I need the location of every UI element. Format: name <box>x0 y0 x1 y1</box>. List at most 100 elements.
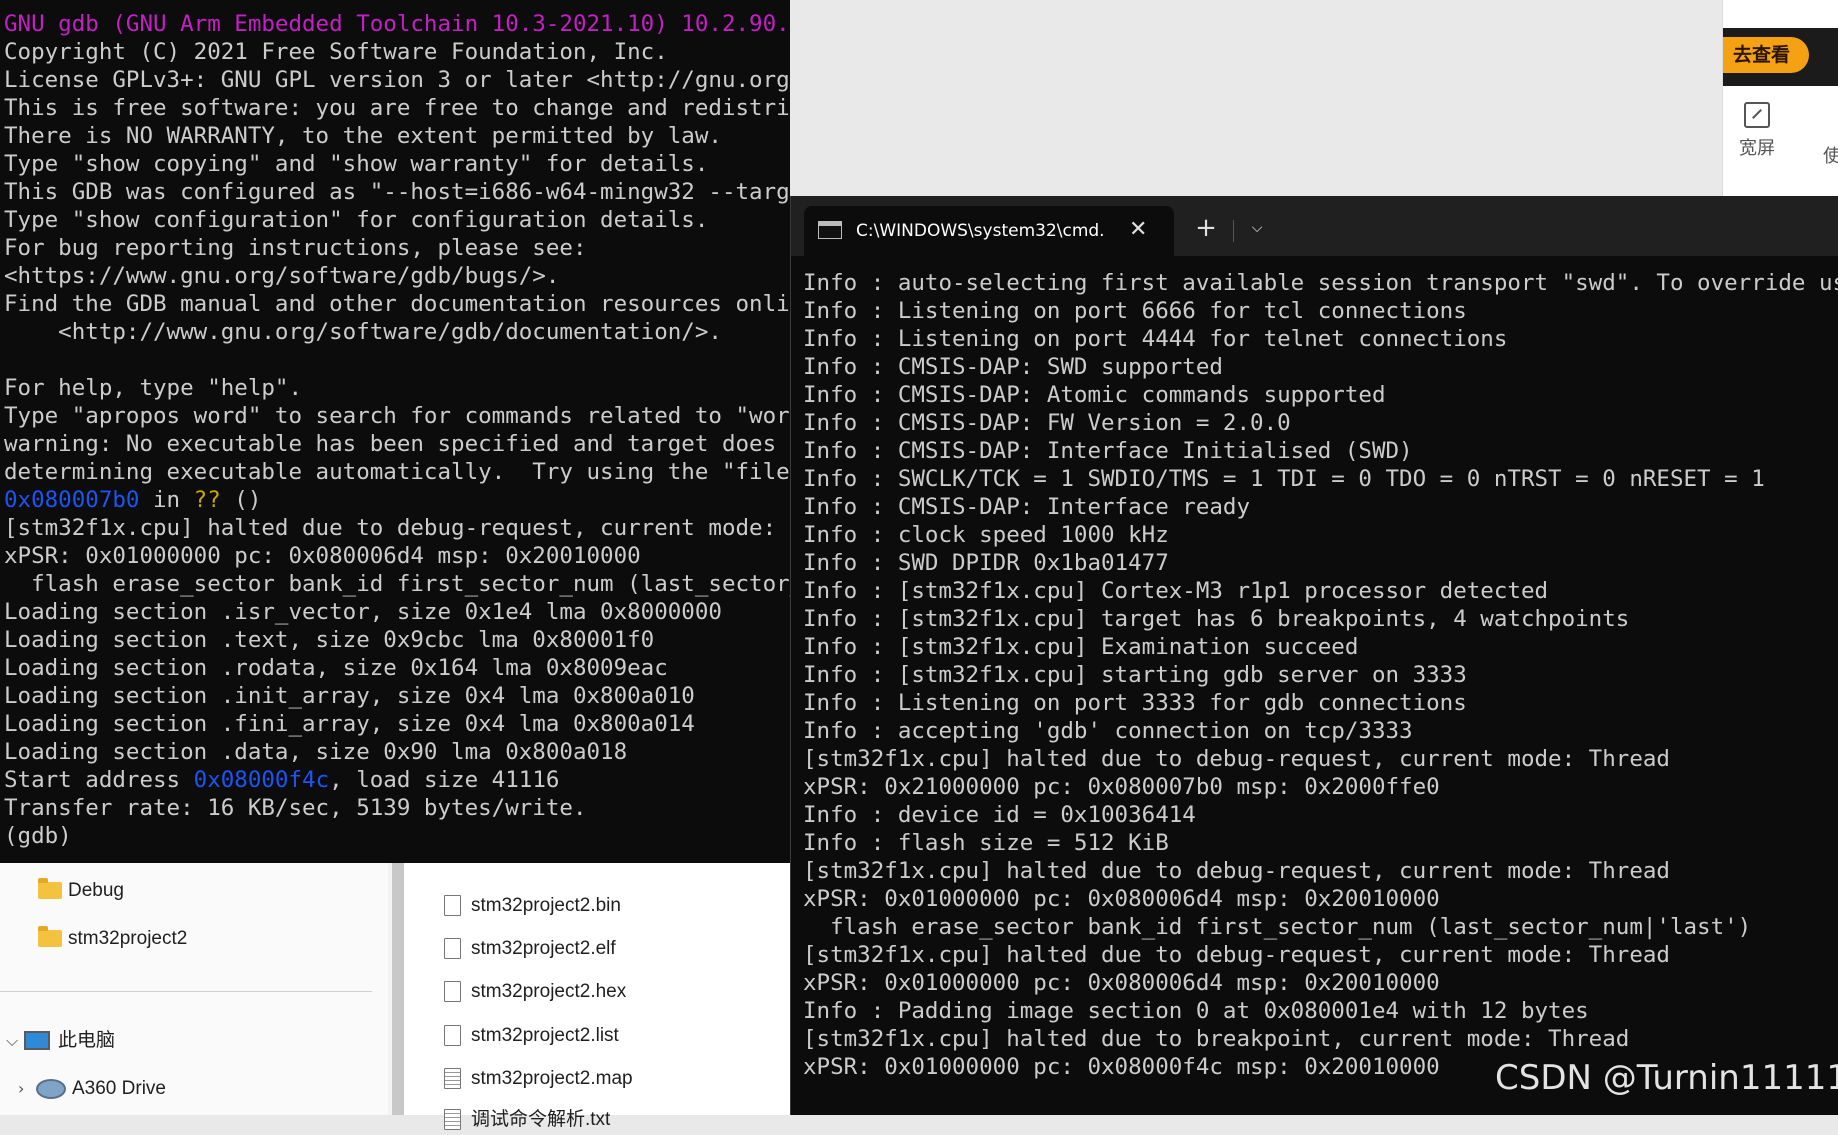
gdb-output-line: Loading section .text, size 0x9cbc lma 0… <box>4 626 654 654</box>
file-icon <box>444 1025 461 1047</box>
file-item[interactable]: stm32project2.bin <box>444 891 621 921</box>
cmd-output-line: Info : auto-selecting first available se… <box>803 270 1838 296</box>
file-item[interactable]: 调试命令解析.txt <box>444 1105 610 1135</box>
gdb-output-line: [stm32f1x.cpu] halted due to debug-reque… <box>4 514 790 542</box>
file-item[interactable]: stm32project2.map <box>444 1064 633 1094</box>
cmd-output-line: Info : Listening on port 4444 for telnet… <box>803 326 1508 352</box>
cmd-output-line: Info : Listening on port 6666 for tcl co… <box>803 298 1467 324</box>
nav-item-a360-drive[interactable]: › A360 Drive <box>18 1074 166 1104</box>
gdb-output-line: There is NO WARRANTY, to the extent perm… <box>4 122 722 150</box>
folder-icon <box>38 926 62 948</box>
gdb-text-segment: Loading section .init_array, size 0x4 lm… <box>4 683 695 709</box>
cmd-output-line: [stm32f1x.cpu] halted due to debug-reque… <box>803 942 1670 968</box>
file-icon <box>444 938 461 960</box>
gdb-output-line: Find the GDB manual and other documentat… <box>4 290 790 318</box>
file-explorer: Debug stm32project2 ⌵ 此电脑 › A360 Drive stm… <box>0 863 790 1131</box>
cmd-output-line: xPSR: 0x21000000 pc: 0x080007b0 msp: 0x2… <box>803 774 1440 800</box>
cmd-output-line: [stm32f1x.cpu] halted due to debug-reque… <box>803 746 1670 772</box>
widescreen-button[interactable]: 宽屏 <box>1727 102 1787 160</box>
gdb-output-line: For bug reporting instructions, please s… <box>4 234 586 262</box>
nav-item-label: Debug <box>68 880 124 901</box>
gdb-text-segment: 0x080007b0 <box>4 487 140 513</box>
view-button[interactable]: 去查看 <box>1723 37 1809 73</box>
cmd-output-line: flash erase_sector bank_id first_sector_… <box>803 914 1752 940</box>
pane-splitter[interactable] <box>392 863 404 1115</box>
file-name: stm32project2.list <box>471 1025 619 1046</box>
new-tab-button[interactable]: + <box>1188 206 1224 250</box>
file-name: stm32project2.map <box>471 1068 633 1089</box>
cmd-output-line: xPSR: 0x01000000 pc: 0x080006d4 msp: 0x2… <box>803 886 1440 912</box>
gdb-terminal[interactable]: GNU gdb (GNU Arm Embedded Toolchain 10.3… <box>0 0 790 863</box>
chevron-down-icon[interactable]: ⌵ <box>6 1026 24 1056</box>
navigation-pane: Debug stm32project2 ⌵ 此电脑 › A360 Drive <box>0 863 388 1115</box>
chevron-down-icon[interactable]: ⌵ <box>1239 206 1275 250</box>
gdb-text-segment: Type "show copying" and "show warranty" … <box>4 151 709 177</box>
cmd-output-line: Info : [stm32f1x.cpu] Cortex-M3 r1p1 pro… <box>803 578 1549 604</box>
widescreen-label: 宽屏 <box>1739 138 1775 159</box>
cut-label: 使 <box>1823 146 1838 167</box>
gdb-text-segment: warning: No executable has been specifie… <box>4 431 790 457</box>
nav-item-label: stm32project2 <box>68 928 188 949</box>
browser-side-strip: 去查看 宽屏 使 <box>1722 0 1838 196</box>
cmd-output-line: [stm32f1x.cpu] halted due to breakpoint,… <box>803 1026 1630 1052</box>
cmd-output-line: Info : accepting 'gdb' connection on tcp… <box>803 718 1413 744</box>
gdb-text-segment: There is NO WARRANTY, to the extent perm… <box>4 123 722 149</box>
gdb-text-segment: Loading section .rodata, size 0x164 lma … <box>4 655 668 681</box>
terminal-icon <box>818 221 842 239</box>
cmd-output-line: Info : Padding image section 0 at 0x0800… <box>803 998 1589 1024</box>
cmd-output-line: xPSR: 0x01000000 pc: 0x080006d4 msp: 0x2… <box>803 970 1440 996</box>
gdb-text-segment: <http://www.gnu.org/software/gdb/documen… <box>4 319 722 345</box>
file-item[interactable]: stm32project2.elf <box>444 934 616 964</box>
gdb-output-line: 0x080007b0 in ?? () <box>4 486 261 514</box>
cmd-output-line: Info : flash size = 512 KiB <box>803 830 1169 856</box>
gdb-text-segment: xPSR: 0x01000000 pc: 0x080006d4 msp: 0x2… <box>4 543 641 569</box>
text-file-icon <box>444 1109 461 1131</box>
close-icon[interactable]: ✕ <box>1129 206 1147 256</box>
gdb-text-segment: (gdb) <box>4 823 72 849</box>
nav-divider <box>0 991 372 992</box>
computer-icon <box>24 1031 50 1051</box>
cmd-output-line: Info : [stm32f1x.cpu] Examination succee… <box>803 634 1359 660</box>
cmd-output-line: Info : clock speed 1000 kHz <box>803 522 1169 548</box>
gdb-output-line: Loading section .fini_array, size 0x4 lm… <box>4 710 695 738</box>
file-icon <box>444 981 461 1003</box>
file-name: stm32project2.bin <box>471 895 621 916</box>
cmd-output-line: Info : CMSIS-DAP: Interface Initialised … <box>803 438 1413 464</box>
tab-cmd[interactable]: C:\WINDOWS\system32\cmd. ✕ <box>804 206 1174 256</box>
nav-item-label: A360 Drive <box>72 1078 166 1099</box>
gdb-text-segment: 0x08000f4c <box>193 767 330 793</box>
nav-item-this-pc[interactable]: ⌵ 此电脑 <box>6 1026 115 1056</box>
gdb-output-line: determining executable automatically. Tr… <box>4 458 790 486</box>
file-item[interactable]: stm32project2.hex <box>444 977 626 1007</box>
file-name: stm32project2.elf <box>471 938 616 959</box>
cmd-output-line: Info : [stm32f1x.cpu] starting gdb serve… <box>803 662 1467 688</box>
gdb-text-segment: Type "show configuration" for configurat… <box>4 207 709 233</box>
gdb-text-segment: Start address <box>4 767 194 793</box>
file-item[interactable]: stm32project2.list <box>444 1021 619 1051</box>
text-file-icon <box>444 1068 461 1090</box>
nav-item-debug[interactable]: Debug <box>38 876 124 906</box>
gdb-output-line: flash erase_sector bank_id first_sector_… <box>4 570 790 598</box>
gdb-text-segment: Loading section .text, size 0x9cbc lma 0… <box>4 627 655 653</box>
cmd-output-line: xPSR: 0x01000000 pc: 0x08000f4c msp: 0x2… <box>803 1054 1440 1080</box>
gdb-output-line: Loading section .init_array, size 0x4 lm… <box>4 682 695 710</box>
cmd-output-line: [stm32f1x.cpu] halted due to debug-reque… <box>803 858 1670 884</box>
tab-title: C:\WINDOWS\system32\cmd. <box>856 221 1105 241</box>
gdb-text-segment: Loading section .isr_vector, size 0x1e4 … <box>4 599 722 625</box>
gdb-text-segment: [stm32f1x.cpu] halted due to debug-reque… <box>4 515 790 541</box>
nav-item-stm32project2[interactable]: stm32project2 <box>38 924 187 954</box>
gdb-text-segment: Transfer rate: 16 KB/sec, 5139 bytes/wri… <box>4 795 587 821</box>
file-name: 调试命令解析.txt <box>471 1109 611 1130</box>
gdb-text-segment: Find the GDB manual and other documentat… <box>4 291 790 317</box>
cmd-window[interactable]: C:\WINDOWS\system32\cmd. ✕ + ⌵ Info : au… <box>790 196 1838 1115</box>
gdb-output-line: <http://www.gnu.org/software/gdb/documen… <box>4 318 722 346</box>
gdb-output-line: This is free software: you are free to c… <box>4 94 790 122</box>
file-list: stm32project2.bin stm32project2.elf stm3… <box>404 863 790 1131</box>
gdb-text-segment: This GDB was configured as "--host=i686-… <box>4 179 790 205</box>
gdb-text-segment: <https://www.gnu.org/software/gdb/bugs/>… <box>4 263 560 289</box>
gdb-output-line: Type "show configuration" for configurat… <box>4 206 708 234</box>
gdb-text-segment: flash erase_sector bank_id first_sector_… <box>31 571 790 597</box>
tab-bar: C:\WINDOWS\system32\cmd. ✕ + ⌵ <box>791 196 1838 256</box>
gdb-text-segment: For help, type "help". <box>4 375 303 401</box>
chevron-right-icon[interactable]: › <box>18 1074 36 1104</box>
